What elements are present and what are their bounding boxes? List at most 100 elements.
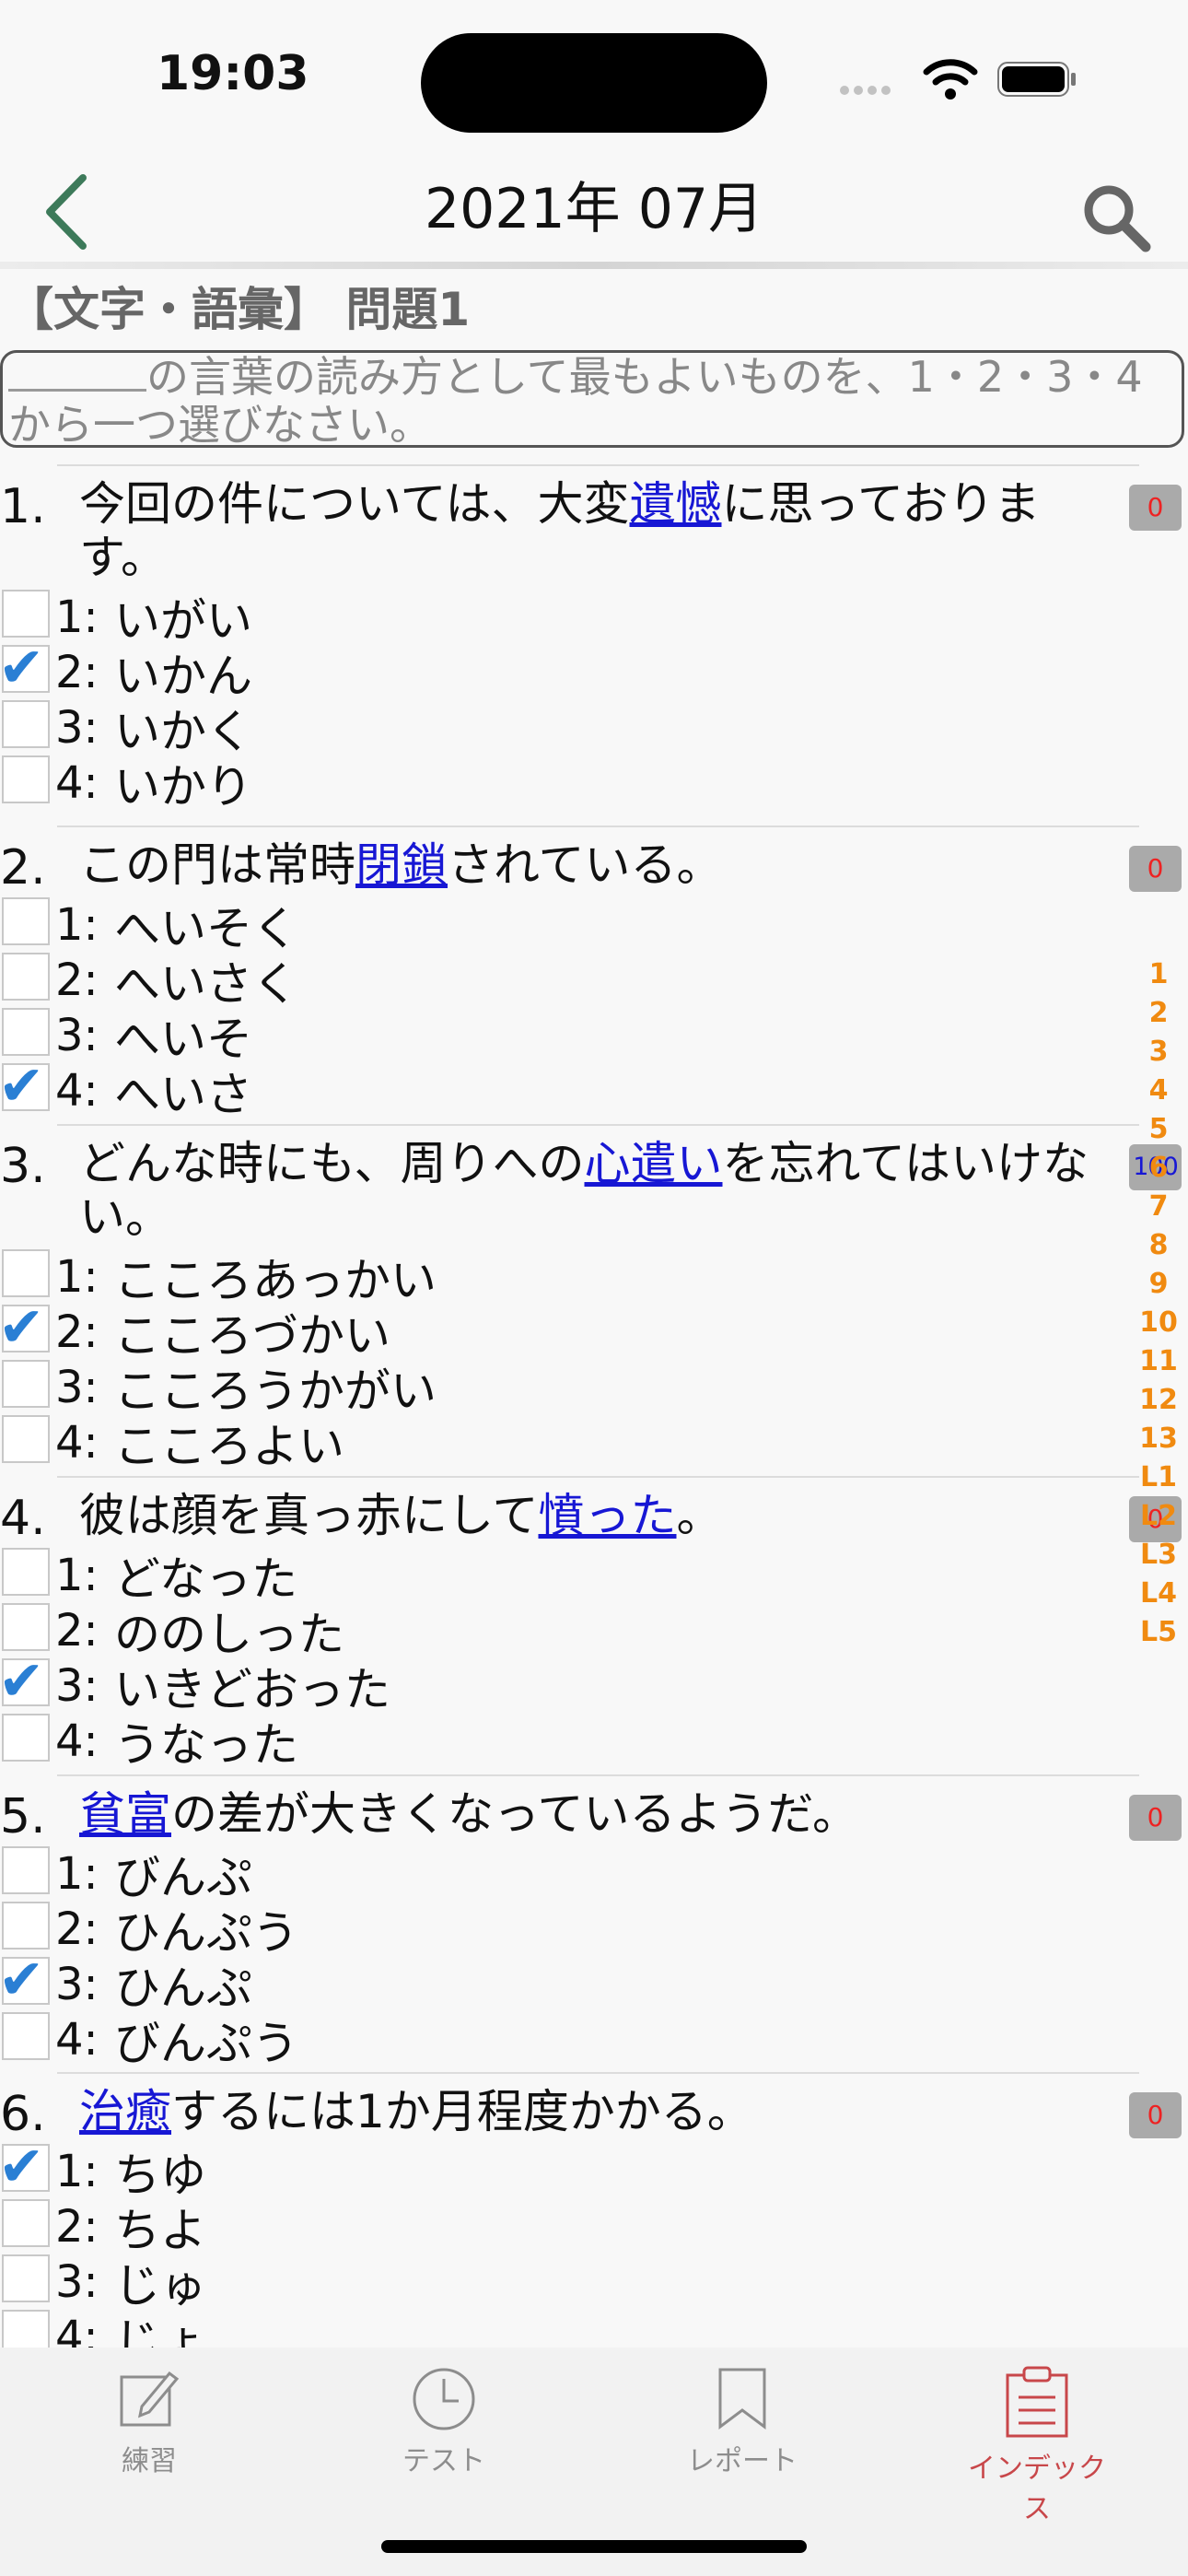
answer-option[interactable]: 4: じょ bbox=[0, 2306, 829, 2348]
answer-option[interactable]: 1: いがい bbox=[0, 586, 829, 648]
side-index-item[interactable]: 7 bbox=[1129, 1190, 1188, 1223]
side-index-item[interactable]: 13 bbox=[1129, 1423, 1188, 1455]
answer-option[interactable]: 3: じゅ bbox=[0, 2251, 829, 2313]
answer-checkbox[interactable] bbox=[2, 1846, 50, 1894]
answer-checkbox[interactable] bbox=[2, 1008, 50, 1056]
answer-checkbox[interactable] bbox=[2, 755, 50, 803]
side-index-item[interactable]: 9 bbox=[1129, 1268, 1188, 1300]
tab-item[interactable]: レポート bbox=[669, 2366, 816, 2478]
side-index-item[interactable]: 6 bbox=[1129, 1152, 1188, 1184]
side-index-item[interactable]: L5 bbox=[1129, 1616, 1188, 1648]
answer-option-number: 4: bbox=[55, 1417, 99, 1469]
answer-checkbox[interactable] bbox=[2, 897, 50, 945]
answer-option[interactable]: ✔ 4: へいさ bbox=[0, 1054, 829, 1121]
answer-option[interactable]: 2: ひんぷう bbox=[0, 1898, 829, 1960]
side-index-item[interactable]: 11 bbox=[1129, 1345, 1188, 1377]
side-index-item[interactable]: L4 bbox=[1129, 1577, 1188, 1610]
answer-option[interactable]: ✔ 3: いきどおった bbox=[0, 1649, 829, 1716]
answer-option-text: うなった bbox=[114, 1718, 298, 1772]
answer-checkbox[interactable]: ✔ bbox=[0, 1054, 50, 1118]
answer-option[interactable]: ✔ 1: ちゆ bbox=[0, 2135, 829, 2202]
answer-option[interactable]: 4: びんぷう bbox=[0, 2008, 829, 2070]
question-number: 1. bbox=[0, 479, 46, 534]
tab-label: テスト bbox=[402, 2445, 485, 2477]
answer-option-number: 2: bbox=[55, 647, 99, 698]
tab-item[interactable]: 練習 bbox=[76, 2366, 223, 2478]
question-text: どんな時にも、周りへの心遣いを忘れてはいけない。 bbox=[79, 1137, 1106, 1244]
answer-option[interactable]: 1: こころあっかい bbox=[0, 1246, 829, 1307]
side-index-item[interactable]: 8 bbox=[1129, 1229, 1188, 1261]
answer-checkbox[interactable] bbox=[2, 590, 50, 638]
question-divider bbox=[57, 1774, 1139, 1776]
answer-option[interactable]: 1: びんぷ bbox=[0, 1843, 829, 1904]
answer-checkbox[interactable] bbox=[2, 2012, 50, 2060]
side-index-item[interactable]: 2 bbox=[1129, 997, 1188, 1029]
answer-option-number: 1: bbox=[55, 591, 99, 643]
tab-item[interactable]: インデックス bbox=[963, 2366, 1111, 2526]
side-index-item[interactable]: 4 bbox=[1129, 1074, 1188, 1107]
answer-option-number: 1: bbox=[55, 899, 99, 951]
answer-option[interactable]: 4: いかり bbox=[0, 752, 829, 814]
question-list: 1. 今回の件については、大変遺憾に思っております。 0 1: いがい ✔ 2: いかん 3: い… bbox=[0, 0, 1188, 2348]
side-index-item[interactable]: 1 bbox=[1129, 958, 1188, 990]
answer-checkbox[interactable] bbox=[2, 1249, 50, 1297]
answer-option[interactable]: 2: ちよ bbox=[0, 2195, 829, 2257]
answer-option[interactable]: 4: うなった bbox=[0, 1710, 829, 1772]
answer-checkbox[interactable] bbox=[2, 1415, 50, 1463]
question-keyword-link[interactable]: 心遣い bbox=[585, 1137, 723, 1190]
answer-option-number: 4: bbox=[55, 1715, 99, 1767]
question-text-pre: 彼は顔を真っ赤にして bbox=[79, 1489, 539, 1542]
side-index-item[interactable]: L2 bbox=[1129, 1500, 1188, 1532]
score-badge: 0 bbox=[1129, 485, 1182, 531]
answer-checkbox[interactable] bbox=[2, 2254, 50, 2302]
answer-option[interactable]: ✔ 2: いかん bbox=[0, 636, 829, 703]
question-keyword-link[interactable]: 遺憾 bbox=[630, 477, 722, 531]
answer-option[interactable]: ✔ 3: ひんぷ bbox=[0, 1948, 829, 2015]
answer-checkbox[interactable]: ✔ bbox=[0, 1295, 50, 1360]
question-divider bbox=[57, 1124, 1139, 1126]
answer-checkbox[interactable] bbox=[2, 1603, 50, 1651]
answer-checkbox[interactable] bbox=[2, 700, 50, 748]
answer-option[interactable]: ✔ 2: こころづかい bbox=[0, 1295, 829, 1363]
question-text: 治癒するには1か月程度かかる。 bbox=[79, 2085, 1106, 2138]
answer-option-text: いかり bbox=[114, 760, 252, 814]
answer-option[interactable]: 3: いかく bbox=[0, 697, 829, 758]
answer-option-number: 2: bbox=[55, 1903, 99, 1955]
answer-checkbox[interactable] bbox=[2, 1902, 50, 1950]
answer-checkbox[interactable]: ✔ bbox=[0, 1948, 50, 2012]
answer-checkbox[interactable]: ✔ bbox=[0, 636, 50, 700]
answer-checkbox[interactable] bbox=[2, 1548, 50, 1596]
answer-checkbox[interactable]: ✔ bbox=[0, 1649, 50, 1714]
question-keyword-link[interactable]: 治癒 bbox=[79, 2085, 171, 2138]
answer-checkbox[interactable] bbox=[2, 1360, 50, 1408]
question-number: 4. bbox=[0, 1491, 46, 1546]
answer-checkbox[interactable] bbox=[2, 2199, 50, 2247]
question-text: 彼は顔を真っ赤にして憤った。 bbox=[79, 1489, 1106, 1542]
checkmark-icon: ✔ bbox=[0, 1054, 45, 1118]
answer-checkbox[interactable] bbox=[2, 2310, 50, 2348]
answer-option[interactable]: 1: どなった bbox=[0, 1544, 829, 1606]
side-index-item[interactable]: 5 bbox=[1129, 1113, 1188, 1145]
answer-checkbox[interactable] bbox=[2, 1714, 50, 1762]
side-index-item[interactable]: L3 bbox=[1129, 1539, 1188, 1571]
side-index-item[interactable]: 10 bbox=[1129, 1306, 1188, 1339]
answer-checkbox[interactable] bbox=[2, 953, 50, 1001]
answer-option[interactable]: 3: こころうかがい bbox=[0, 1356, 829, 1418]
answer-option[interactable]: 2: ののしった bbox=[0, 1599, 829, 1661]
side-index-item[interactable]: 12 bbox=[1129, 1384, 1188, 1416]
answer-option-text: へいさ bbox=[114, 1068, 252, 1121]
answer-option[interactable]: 2: へいさく bbox=[0, 949, 829, 1011]
answer-option-number: 4: bbox=[55, 1065, 99, 1117]
answer-option[interactable]: 4: こころよい bbox=[0, 1411, 829, 1473]
answer-option[interactable]: 3: へいそ bbox=[0, 1004, 829, 1066]
checkmark-icon: ✔ bbox=[0, 1649, 45, 1714]
side-index-item[interactable]: 3 bbox=[1129, 1036, 1188, 1068]
answer-option[interactable]: 1: へいそく bbox=[0, 894, 829, 955]
side-index-item[interactable]: L1 bbox=[1129, 1461, 1188, 1493]
answer-option-number: 1: bbox=[55, 2146, 99, 2197]
tab-item[interactable]: テスト bbox=[370, 2366, 518, 2478]
question-keyword-link[interactable]: 貧富 bbox=[79, 1787, 171, 1841]
question-keyword-link[interactable]: 閉鎖 bbox=[355, 838, 448, 892]
answer-checkbox[interactable]: ✔ bbox=[0, 2135, 50, 2199]
question-keyword-link[interactable]: 憤った bbox=[539, 1489, 677, 1542]
